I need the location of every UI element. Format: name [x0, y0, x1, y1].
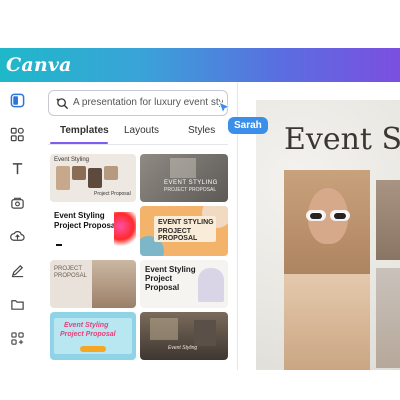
template-thumbnail [104, 166, 118, 180]
document-title[interactable]: Event St [284, 122, 400, 157]
templates-panel: A presentation for luxury event styling … [38, 82, 238, 370]
template-title: EVENT STYLING [158, 219, 214, 226]
search-value: A presentation for luxury event styling [73, 97, 223, 108]
text-icon[interactable] [9, 160, 25, 176]
template-title: Event Styling [168, 345, 198, 351]
pointer-cursor-icon [218, 101, 232, 115]
template-thumbnail [72, 166, 86, 180]
photo-lens [310, 213, 322, 219]
template-subtitle: PROPOSAL [54, 273, 88, 279]
template-subtitle: Project Proposal [54, 221, 118, 230]
template-shape [80, 346, 106, 352]
template-card[interactable]: EVENT STYLING PROJECT PROPOSAL [140, 154, 228, 202]
template-title: EVENT STYLING [164, 180, 218, 186]
tab-templates[interactable]: Templates [60, 125, 109, 136]
template-card[interactable]: Event Styling Project Proposal [50, 154, 136, 202]
elements-icon[interactable] [9, 126, 25, 142]
top-bar: Canva [0, 48, 400, 82]
template-subtitle: PROJECT PROPOSAL [164, 187, 217, 193]
template-card[interactable]: Event Styling Project Proposal [50, 312, 136, 360]
template-subtitle: Proposal [145, 283, 180, 292]
template-thumbnail [56, 166, 70, 190]
template-card[interactable]: Event Styling Project Proposal [50, 206, 136, 256]
tab-layouts[interactable]: Layouts [124, 125, 159, 136]
template-thumbnail [194, 320, 216, 346]
folder-icon[interactable] [9, 296, 25, 312]
template-subtitle: PROJECT PROPOSAL [158, 228, 198, 243]
template-thumbnail [92, 260, 136, 308]
template-card[interactable]: Event Styling Project Proposal [140, 260, 228, 308]
template-shape [198, 268, 224, 302]
tabs-divider [48, 144, 228, 145]
photo-coat [284, 274, 370, 370]
tab-bar: Templates Layouts Styles [48, 122, 228, 144]
template-thumbnail [170, 158, 196, 178]
template-thumbnail [150, 318, 178, 340]
tab-styles[interactable]: Styles [188, 125, 215, 136]
collaborator-name-tag: Sarah [228, 117, 268, 134]
template-card[interactable]: EVENT STYLING PROJECT PROPOSAL [140, 206, 228, 256]
template-line [56, 244, 62, 246]
apps-icon[interactable] [9, 330, 25, 346]
side-nav [0, 82, 36, 370]
upload-icon[interactable] [9, 228, 25, 244]
canva-logo[interactable]: Canva [6, 54, 72, 76]
template-title: PROJECT [54, 266, 83, 272]
document-canvas[interactable]: Event St [256, 100, 400, 370]
template-subtitle: Project Proposal [60, 331, 116, 338]
draw-icon[interactable] [9, 262, 25, 278]
template-thumbnail [88, 168, 102, 188]
decor-photo[interactable] [376, 180, 400, 260]
photo-lens [334, 213, 346, 219]
app-frame: Canva A presentation for luxury event st… [0, 48, 400, 370]
template-card[interactable]: PROJECT PROPOSAL [50, 260, 136, 308]
template-title: Event Styling [54, 211, 105, 220]
template-title: Event Styling [64, 322, 109, 329]
template-gradient-blob [114, 212, 136, 248]
magic-search-icon [56, 97, 69, 110]
decor-photo[interactable] [376, 268, 400, 368]
template-card[interactable]: Event Styling [140, 312, 228, 360]
layout-icon[interactable] [9, 92, 25, 108]
brand-icon[interactable] [9, 194, 25, 210]
template-subtitle: Project Proposal [94, 191, 131, 197]
template-title: Event Styling [54, 157, 90, 163]
search-input[interactable]: A presentation for luxury event styling [48, 90, 228, 116]
model-photo[interactable] [284, 170, 370, 370]
